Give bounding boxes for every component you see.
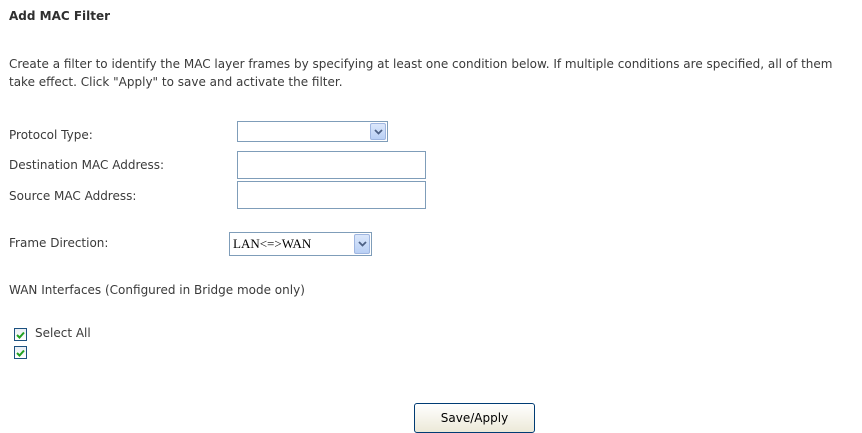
page-title: Add MAC Filter [9,9,111,23]
chevron-down-icon[interactable] [370,123,386,140]
protocol-type-label: Protocol Type: [9,128,93,142]
protocol-type-select[interactable] [237,121,388,142]
frame-direction-label: Frame Direction: [9,236,109,250]
frame-direction-value: LAN<=>WAN [233,236,312,251]
source-mac-input[interactable] [237,181,426,209]
select-all-label: Select All [35,326,91,340]
save-apply-button[interactable]: Save/Apply [414,403,535,433]
destination-mac-label: Destination MAC Address: [9,158,165,172]
page-description: Create a filter to identify the MAC laye… [9,57,833,89]
frame-direction-select[interactable]: LAN<=>WAN [229,232,372,256]
chevron-down-icon[interactable] [354,234,370,254]
wan-interface-checkbox[interactable] [14,346,27,359]
checkmark-icon [16,349,25,357]
destination-mac-input[interactable] [237,151,426,179]
source-mac-label: Source MAC Address: [9,189,137,203]
checkmark-icon [16,331,25,339]
select-all-checkbox[interactable] [14,328,27,341]
wan-interfaces-heading: WAN Interfaces (Configured in Bridge mod… [9,283,305,297]
